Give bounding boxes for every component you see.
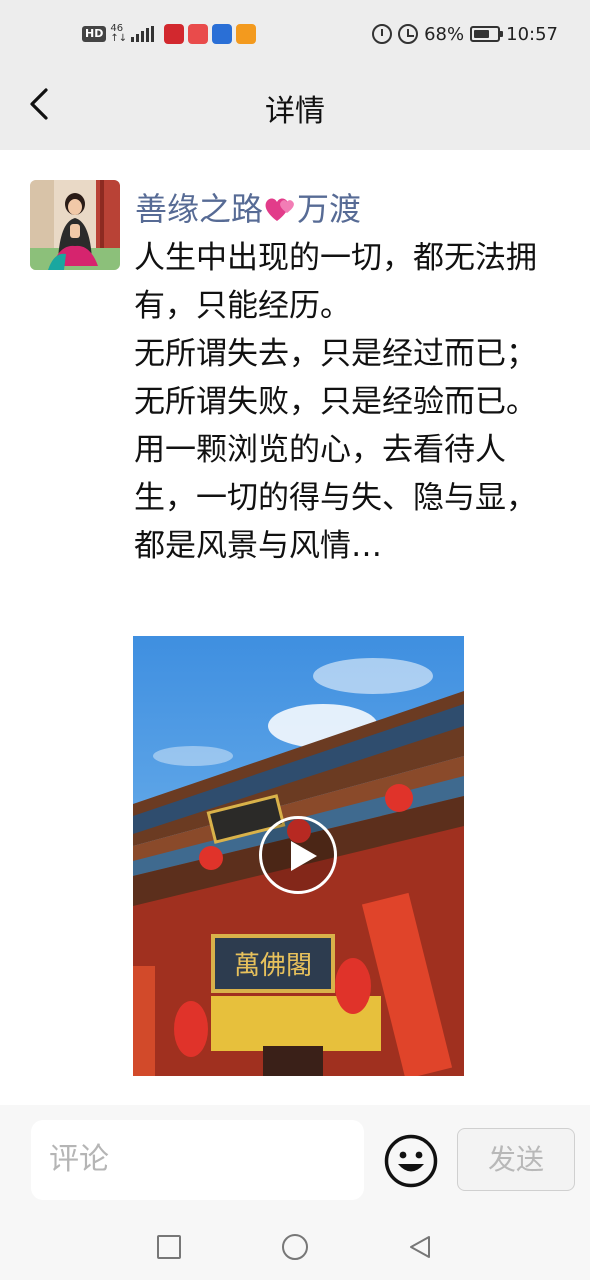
- system-nav-bar: [0, 1215, 590, 1280]
- status-bar: HD 46 ↑↓ 68% 10:57: [0, 0, 590, 68]
- map-notification-icon: [212, 24, 233, 44]
- status-bar-right: 68% 10:57: [372, 22, 558, 46]
- avatar-photo: [30, 180, 120, 270]
- send-button[interactable]: 发送: [457, 1128, 575, 1191]
- battery-icon: [470, 26, 504, 42]
- shop-notification-icon: [236, 24, 257, 44]
- app-notification-icon: [164, 24, 185, 44]
- comment-input[interactable]: 评论: [31, 1120, 364, 1200]
- network-type: 46 ↑↓: [110, 24, 127, 44]
- smiley-face-icon[interactable]: [383, 1133, 439, 1189]
- book-notification-icon: [188, 24, 209, 44]
- two-hearts-icon: [265, 198, 294, 221]
- temple-plaque: 萬佛閣: [234, 951, 312, 981]
- battery-percent: 68%: [424, 23, 465, 45]
- hd-badge: HD: [82, 26, 107, 42]
- alarm-icon: [398, 24, 419, 44]
- comment-bar: 评论 发送: [0, 1105, 590, 1215]
- author-name-text: 善缘之路: [135, 190, 264, 228]
- avatar[interactable]: [30, 180, 120, 270]
- battery-level: [474, 30, 490, 38]
- network-activity: ↑↓: [110, 33, 128, 44]
- clock: 10:57: [506, 23, 558, 45]
- play-icon[interactable]: [259, 816, 337, 894]
- square-icon[interactable]: [157, 1235, 181, 1259]
- video-thumbnail[interactable]: 萬佛閣: [133, 636, 464, 1076]
- post-text: 人生中出现的一切，都无法拥有，只能经历。 无所谓失去，只是经过而已；无所谓失败，…: [134, 240, 537, 564]
- author-name[interactable]: 善缘之路 万渡: [135, 184, 361, 230]
- signal-icon: [131, 26, 155, 42]
- page-title: 详情: [265, 94, 325, 129]
- status-bar-left: HD 46 ↑↓: [82, 22, 257, 46]
- circle-icon[interactable]: [282, 1234, 308, 1260]
- post-detail: 善缘之路 万渡 人生中出现的一切，都无法拥有，只能经历。 无所谓失去，只是经过而…: [0, 150, 590, 1105]
- author-suffix: 万渡: [297, 190, 362, 228]
- data-saver-icon: [372, 24, 393, 44]
- triangle-back-icon[interactable]: [407, 1234, 433, 1260]
- nav-bar: 详情: [0, 68, 590, 150]
